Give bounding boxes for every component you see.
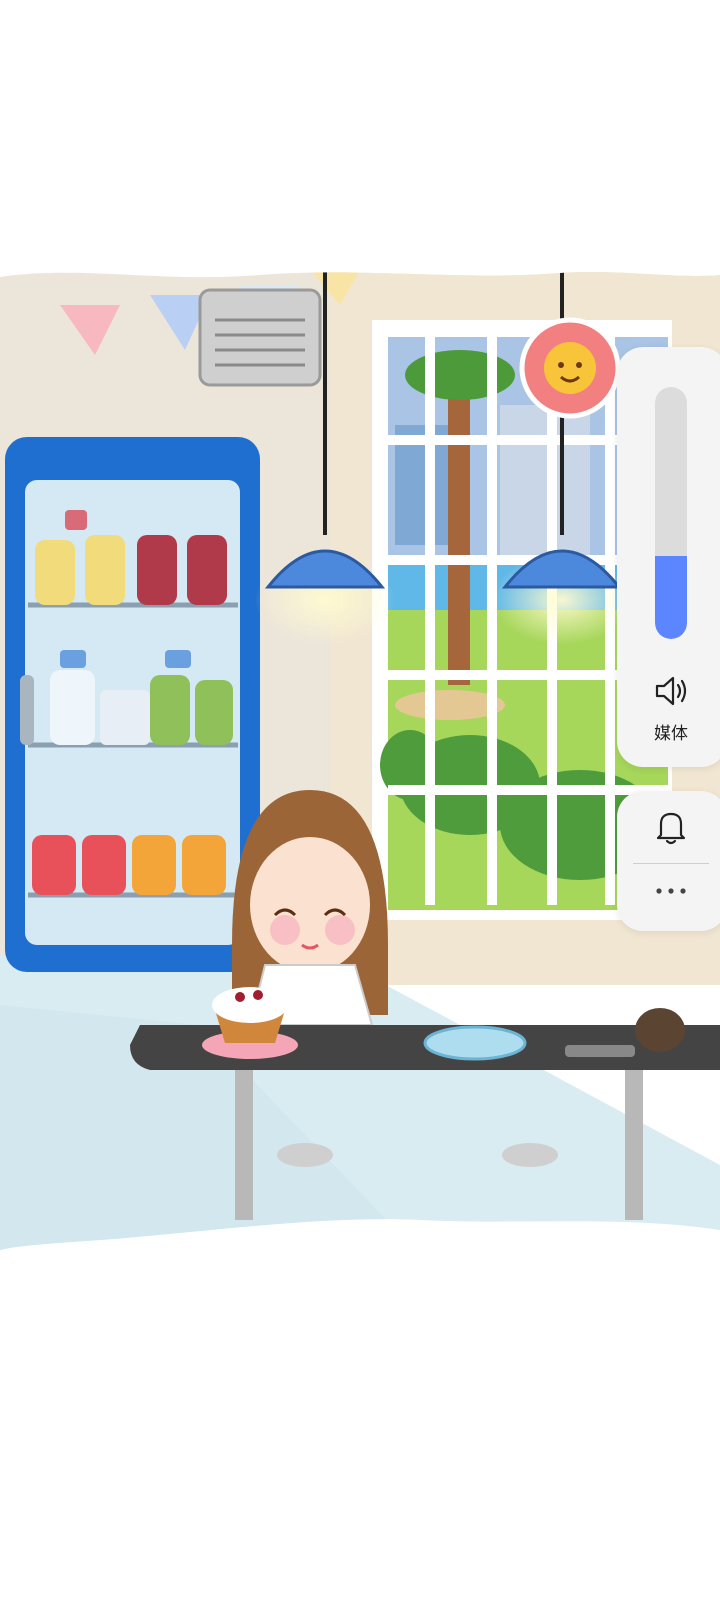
volume-slider[interactable] — [655, 387, 687, 639]
volume-panel: 媒体 — [617, 347, 720, 767]
divider — [633, 863, 709, 864]
volume-slider-fill — [655, 555, 687, 639]
media-label: 媒体 — [654, 724, 688, 744]
sound-mode-panel — [617, 791, 720, 931]
more-options-icon[interactable] — [653, 886, 689, 896]
speaker-icon[interactable] — [651, 671, 691, 711]
bell-icon[interactable] — [653, 807, 689, 847]
cafe-scene-illustration — [0, 272, 720, 1251]
screen: 媒体 — [0, 0, 720, 1600]
